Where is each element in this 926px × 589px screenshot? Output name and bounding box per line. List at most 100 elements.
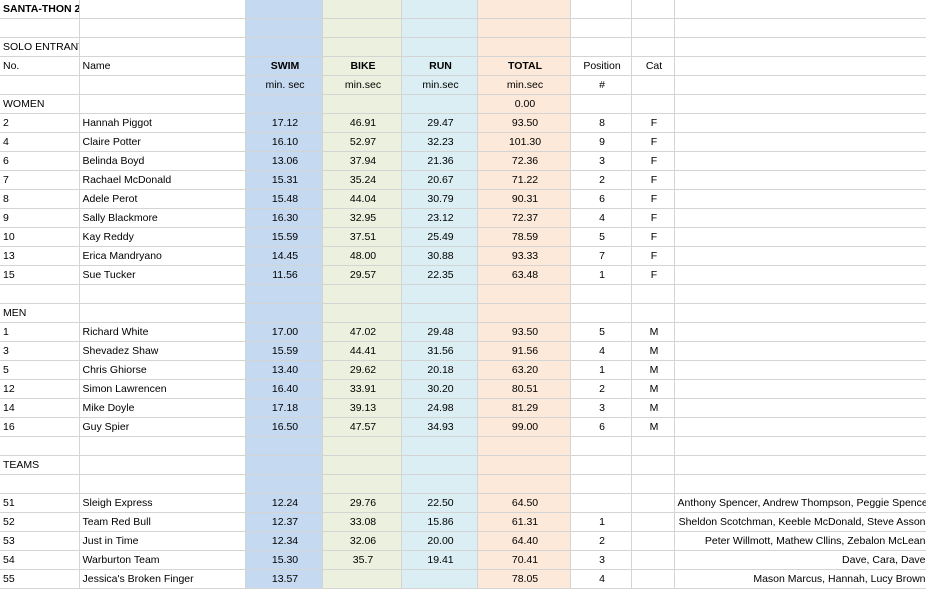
- cell-bike[interactable]: 35.24: [322, 170, 402, 190]
- cell-swim[interactable]: 16.50: [245, 417, 323, 437]
- cell-members[interactable]: Peter Willmott, Mathew Cllins, Zebalon M…: [674, 531, 926, 551]
- cell-total[interactable]: [477, 455, 571, 475]
- cell-total[interactable]: 90.31: [477, 189, 571, 209]
- cell-run[interactable]: [401, 303, 478, 323]
- cell-swim[interactable]: 17.00: [245, 322, 323, 342]
- cell-no[interactable]: 54: [0, 550, 80, 570]
- cell-run[interactable]: 20.67: [401, 170, 478, 190]
- cell-name[interactable]: Simon Lawrencen: [79, 379, 246, 399]
- cell-cat[interactable]: F: [631, 113, 675, 133]
- cell-no[interactable]: 10: [0, 227, 80, 247]
- cell-bike[interactable]: 48.00: [322, 246, 402, 266]
- cell-name[interactable]: [79, 18, 246, 38]
- cell-total[interactable]: TOTAL: [477, 56, 571, 76]
- cell-bike[interactable]: 46.91: [322, 113, 402, 133]
- cell-bike[interactable]: min.sec: [322, 75, 402, 95]
- cell-pos[interactable]: 9: [570, 132, 632, 152]
- cell-total[interactable]: 78.59: [477, 227, 571, 247]
- cell-pos[interactable]: [570, 303, 632, 323]
- cell-total[interactable]: 63.48: [477, 265, 571, 285]
- cell-name[interactable]: [79, 303, 246, 323]
- cell-name[interactable]: Shevadez Shaw: [79, 341, 246, 361]
- cell-no[interactable]: 55: [0, 569, 80, 589]
- cell-bike[interactable]: 37.51: [322, 227, 402, 247]
- cell-swim[interactable]: 12.34: [245, 531, 323, 551]
- cell-members[interactable]: Dave, Cara, Dave: [674, 550, 926, 570]
- cell-cat[interactable]: F: [631, 170, 675, 190]
- cell-no[interactable]: WOMEN: [0, 94, 80, 114]
- cell-pos[interactable]: 5: [570, 322, 632, 342]
- cell-cat[interactable]: [631, 18, 675, 38]
- cell-total[interactable]: [477, 474, 571, 494]
- cell-run[interactable]: [401, 0, 478, 19]
- cell-pos[interactable]: 4: [570, 208, 632, 228]
- cell-name[interactable]: Hannah Piggot: [79, 113, 246, 133]
- cell-pos[interactable]: 8: [570, 113, 632, 133]
- cell-total[interactable]: 0.00: [477, 94, 571, 114]
- cell-total[interactable]: 99.00: [477, 417, 571, 437]
- cell-members[interactable]: [674, 151, 926, 171]
- cell-name[interactable]: Guy Spier: [79, 417, 246, 437]
- cell-run[interactable]: 30.88: [401, 246, 478, 266]
- cell-total[interactable]: 72.37: [477, 208, 571, 228]
- cell-cat[interactable]: [631, 455, 675, 475]
- cell-cat[interactable]: M: [631, 322, 675, 342]
- cell-run[interactable]: [401, 569, 478, 589]
- cell-pos[interactable]: 4: [570, 341, 632, 361]
- cell-swim[interactable]: 16.40: [245, 379, 323, 399]
- cell-no[interactable]: 6: [0, 151, 80, 171]
- cell-run[interactable]: 29.48: [401, 322, 478, 342]
- cell-name[interactable]: Rachael McDonald: [79, 170, 246, 190]
- cell-bike[interactable]: 35.7: [322, 550, 402, 570]
- cell-members[interactable]: Anthony Spencer, Andrew Thompson, Peggie…: [674, 493, 926, 513]
- cell-members[interactable]: [674, 189, 926, 209]
- cell-pos[interactable]: 1: [570, 360, 632, 380]
- cell-members[interactable]: [674, 379, 926, 399]
- cell-name[interactable]: [79, 0, 246, 19]
- cell-members[interactable]: [674, 341, 926, 361]
- cell-run[interactable]: 15.86: [401, 512, 478, 532]
- cell-pos[interactable]: [570, 436, 632, 456]
- cell-name[interactable]: [79, 94, 246, 114]
- cell-run[interactable]: 30.20: [401, 379, 478, 399]
- cell-pos[interactable]: 1: [570, 265, 632, 285]
- cell-swim[interactable]: 13.40: [245, 360, 323, 380]
- cell-total[interactable]: 91.56: [477, 341, 571, 361]
- cell-swim[interactable]: 15.59: [245, 341, 323, 361]
- cell-name[interactable]: [79, 455, 246, 475]
- cell-run[interactable]: 23.12: [401, 208, 478, 228]
- cell-pos[interactable]: 2: [570, 379, 632, 399]
- cell-members[interactable]: Mason Marcus, Hannah, Lucy Brown: [674, 569, 926, 589]
- cell-members[interactable]: [674, 75, 926, 95]
- cell-no[interactable]: [0, 436, 80, 456]
- cell-no[interactable]: [0, 474, 80, 494]
- cell-name[interactable]: Erica Mandryano: [79, 246, 246, 266]
- cell-members[interactable]: [674, 170, 926, 190]
- cell-cat[interactable]: M: [631, 398, 675, 418]
- cell-cat[interactable]: F: [631, 246, 675, 266]
- cell-swim[interactable]: 16.30: [245, 208, 323, 228]
- cell-pos[interactable]: 6: [570, 417, 632, 437]
- cell-bike[interactable]: 44.41: [322, 341, 402, 361]
- cell-run[interactable]: 31.56: [401, 341, 478, 361]
- cell-no[interactable]: SANTA-THON 2008: [0, 0, 80, 19]
- cell-run[interactable]: 32.23: [401, 132, 478, 152]
- cell-no[interactable]: 5: [0, 360, 80, 380]
- cell-no[interactable]: 7: [0, 170, 80, 190]
- cell-total[interactable]: 78.05: [477, 569, 571, 589]
- cell-no[interactable]: TEAMS: [0, 455, 80, 475]
- cell-swim[interactable]: 17.12: [245, 113, 323, 133]
- cell-swim[interactable]: 13.57: [245, 569, 323, 589]
- cell-no[interactable]: [0, 284, 80, 304]
- cell-swim[interactable]: 17.18: [245, 398, 323, 418]
- cell-cat[interactable]: F: [631, 208, 675, 228]
- cell-swim[interactable]: min. sec: [245, 75, 323, 95]
- cell-bike[interactable]: 44.04: [322, 189, 402, 209]
- cell-cat[interactable]: [631, 512, 675, 532]
- cell-cat[interactable]: [631, 94, 675, 114]
- cell-pos[interactable]: 7: [570, 246, 632, 266]
- cell-pos[interactable]: 2: [570, 531, 632, 551]
- cell-cat[interactable]: [631, 550, 675, 570]
- cell-total[interactable]: 71.22: [477, 170, 571, 190]
- cell-swim[interactable]: [245, 0, 323, 19]
